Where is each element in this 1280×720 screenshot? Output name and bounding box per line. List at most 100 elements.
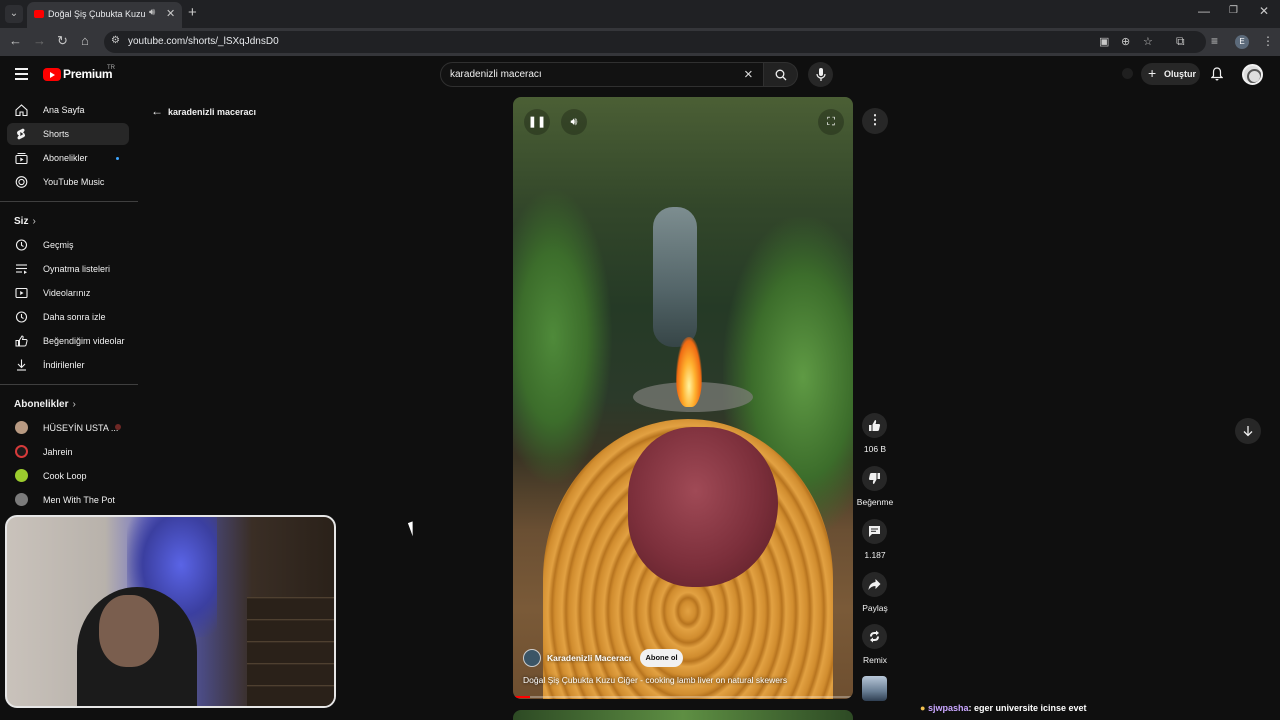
site-info-icon[interactable]: ⚙ bbox=[111, 35, 120, 46]
sound-thumbnail[interactable] bbox=[862, 676, 887, 701]
youtube-logo-icon[interactable] bbox=[43, 68, 61, 81]
url-text[interactable]: youtube.com/shorts/_lSXqJdnsD0 bbox=[128, 36, 279, 47]
new-tab-icon[interactable]: + bbox=[188, 4, 197, 21]
profile-avatar[interactable]: E bbox=[1235, 35, 1249, 49]
next-short-preview[interactable] bbox=[513, 710, 853, 720]
sidebar-item-playlists[interactable]: Oynatma listeleri bbox=[7, 258, 129, 280]
forward-icon[interactable]: → bbox=[33, 33, 46, 48]
subscription-item[interactable]: Men With The Pot bbox=[7, 489, 129, 511]
new-content-dot bbox=[116, 157, 119, 160]
dislike-button[interactable] bbox=[862, 466, 887, 491]
address-bar[interactable]: ⚙ youtube.com/shorts/_lSXqJdnsD0 ▣ ⊕ ☆ bbox=[104, 31, 1206, 53]
speaker-icon[interactable]: 🔊︎ bbox=[149, 7, 155, 18]
notifications-bell-icon[interactable] bbox=[1211, 67, 1223, 81]
sidebar-item-label: Videolarınız bbox=[43, 288, 91, 298]
you-section-header[interactable]: Siz › bbox=[14, 216, 36, 227]
sidebar-item-label: Ana Sayfa bbox=[43, 105, 85, 115]
sidebar-item-watch-later[interactable]: Daha sonra izle bbox=[7, 306, 129, 328]
sidebar-item-label: İndirilenler bbox=[43, 360, 85, 370]
search-query[interactable]: karadenizli maceracı bbox=[450, 69, 542, 80]
extensions-icon[interactable]: ⧉ bbox=[1176, 34, 1185, 49]
create-button[interactable]: + Oluştur bbox=[1141, 63, 1200, 85]
next-short-button[interactable] bbox=[1235, 418, 1261, 444]
chat-message: ● sjwpasha: eger universite icinse evet bbox=[920, 703, 1087, 713]
reload-icon[interactable]: ↻ bbox=[57, 33, 68, 49]
pause-icon[interactable]: ❚❚ bbox=[524, 109, 550, 135]
mouse-cursor-icon bbox=[407, 519, 423, 537]
share-button[interactable] bbox=[862, 572, 887, 597]
channel-name[interactable]: Karadenizli Maceracı bbox=[547, 653, 631, 663]
media-control-icon[interactable]: ≡ bbox=[1211, 34, 1218, 48]
sidebar-item-liked-videos[interactable]: Beğendiğim videolar bbox=[7, 330, 129, 352]
volume-icon[interactable]: 🔊︎ bbox=[561, 109, 587, 135]
history-icon bbox=[15, 239, 28, 251]
sidebar-divider bbox=[0, 384, 138, 385]
channel-avatar bbox=[15, 493, 28, 506]
thumbs-up-icon bbox=[869, 420, 881, 431]
logo-text[interactable]: Premium bbox=[63, 67, 113, 81]
subscriptions-section-header[interactable]: Abonelikler › bbox=[14, 399, 76, 410]
comments-button[interactable] bbox=[862, 519, 887, 544]
sidebar-item-label: Oynatma listeleri bbox=[43, 264, 111, 274]
webcam-bookshelf bbox=[247, 597, 334, 706]
sidebar-item-history[interactable]: Geçmiş bbox=[7, 234, 129, 256]
tab-title: Doğal Şiş Çubukta Kuzu Ciğer bbox=[48, 9, 146, 19]
video-title[interactable]: Doğal Şiş Çubukta Kuzu Ciğer - cooking l… bbox=[523, 675, 787, 685]
install-app-icon[interactable]: ▣ bbox=[1099, 35, 1109, 48]
account-avatar[interactable] bbox=[1242, 64, 1263, 85]
sidebar-item-your-videos[interactable]: Videolarınız bbox=[7, 282, 129, 304]
subscription-item[interactable]: HÜSEYİN USTA ... bbox=[7, 417, 129, 439]
zoom-icon[interactable]: ⊕ bbox=[1121, 35, 1130, 48]
close-window-icon[interactable]: ✕ bbox=[1259, 4, 1269, 18]
subscription-item[interactable]: Jahrein bbox=[7, 441, 129, 463]
active-tab[interactable]: Doğal Şiş Çubukta Kuzu Ciğer 🔊︎ ✕ bbox=[27, 2, 182, 28]
restore-icon[interactable]: ❐ bbox=[1229, 5, 1238, 16]
chat-badge-icon: ● bbox=[920, 703, 926, 713]
channel-avatar bbox=[15, 469, 28, 482]
search-input[interactable]: karadenizli maceracı × bbox=[440, 62, 764, 87]
clear-search-icon[interactable]: × bbox=[744, 66, 753, 83]
search-button[interactable] bbox=[764, 62, 798, 87]
sidebar-divider bbox=[0, 201, 138, 202]
browser-menu-icon[interactable]: ⋮ bbox=[1262, 34, 1274, 48]
shorts-video-player[interactable]: ❚❚ 🔊︎ ⛶ Karadenizli Maceracı Abone ol Do… bbox=[513, 97, 853, 699]
remix-label: Remix bbox=[862, 655, 888, 665]
remix-button[interactable] bbox=[862, 624, 887, 649]
sidebar-item-shorts[interactable]: Shorts bbox=[7, 123, 129, 145]
music-icon bbox=[15, 176, 28, 188]
bookmark-star-icon[interactable]: ☆ bbox=[1143, 35, 1153, 48]
progress-bar[interactable] bbox=[513, 696, 853, 698]
video-frame-foliage bbox=[513, 187, 613, 487]
home-icon bbox=[15, 104, 28, 116]
minimize-icon[interactable]: — bbox=[1198, 4, 1210, 18]
thumbs-down-icon bbox=[868, 473, 880, 484]
country-code: TR bbox=[107, 65, 115, 71]
more-options-icon[interactable]: ⋮ bbox=[862, 108, 888, 134]
sidebar-item-home[interactable]: Ana Sayfa bbox=[7, 99, 129, 121]
sidebar-item-youtube-music[interactable]: YouTube Music bbox=[7, 171, 129, 193]
webcam-face bbox=[99, 595, 159, 667]
sidebar-item-label: Daha sonra izle bbox=[43, 312, 106, 322]
channel-avatar[interactable] bbox=[523, 649, 541, 667]
sidebar-item-label: Geçmiş bbox=[43, 240, 74, 250]
like-button[interactable] bbox=[862, 413, 887, 438]
fullscreen-icon[interactable]: ⛶ bbox=[818, 109, 844, 135]
sidebar-item-downloads[interactable]: İndirilenler bbox=[7, 354, 129, 376]
cast-icon[interactable] bbox=[1122, 68, 1133, 79]
shorts-icon bbox=[17, 128, 25, 140]
menu-icon[interactable] bbox=[15, 68, 28, 83]
subscription-item[interactable]: Cook Loop bbox=[7, 465, 129, 487]
back-icon[interactable]: ← bbox=[9, 33, 22, 48]
voice-search-button[interactable] bbox=[808, 62, 833, 87]
chat-username: sjwpasha bbox=[927, 703, 969, 713]
tab-search-button[interactable]: ⌄ bbox=[5, 5, 23, 23]
chat-text: eger universite icinse evet bbox=[973, 703, 1087, 713]
browser-tab-bar: ⌄ Doğal Şiş Çubukta Kuzu Ciğer 🔊︎ ✕ + — … bbox=[0, 0, 1280, 28]
channel-avatar bbox=[15, 445, 28, 458]
sidebar-item-subscriptions[interactable]: Abonelikler bbox=[7, 147, 129, 169]
close-tab-icon[interactable]: ✕ bbox=[166, 7, 175, 20]
remix-icon bbox=[870, 630, 879, 643]
subscribe-button[interactable]: Abone ol bbox=[640, 649, 683, 667]
progress-fill bbox=[513, 696, 530, 698]
home-browser-icon[interactable]: ⌂ bbox=[81, 33, 89, 48]
